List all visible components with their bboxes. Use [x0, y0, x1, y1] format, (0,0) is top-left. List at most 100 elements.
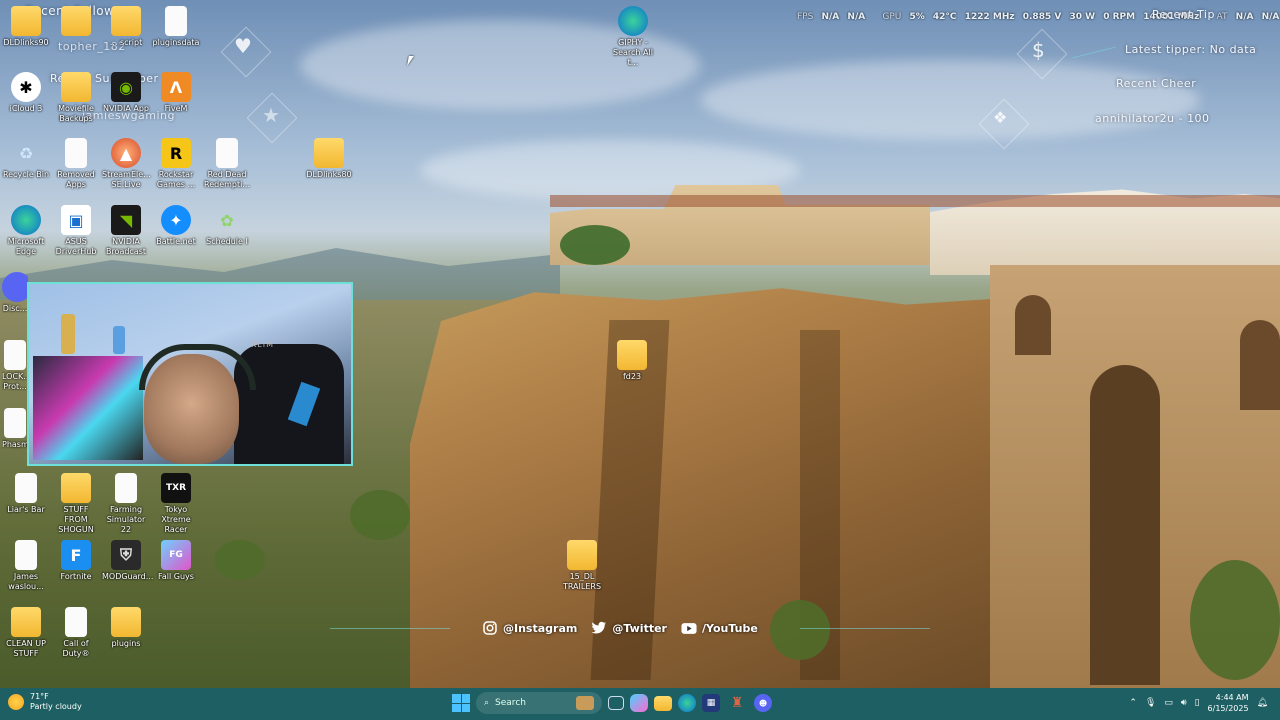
desktop-icon[interactable]: Disc... — [2, 272, 28, 314]
desktop-icon[interactable] — [52, 6, 100, 38]
desktop-icon[interactable]: Microsoft Edge — [2, 205, 50, 257]
desktop-icon[interactable]: STUFF FROM SHOGUN — [52, 473, 100, 535]
desktop-icon[interactable]: R Rockstar Games ... — [152, 138, 200, 190]
tokyo-xtreme-racer-icon: TXR — [161, 473, 191, 503]
discord-taskbar-icon[interactable]: ☻ — [754, 694, 772, 712]
desktop-icon[interactable]: FG Fall Guys — [152, 540, 200, 582]
battery-icon[interactable]: ▯ — [1195, 698, 1200, 708]
taskbar: 71°F Partly cloudy ⌕ Search ▦ ♜ ☻ ⌃ 🎙︎ ▭… — [0, 688, 1280, 720]
icon-label: CLEAN UP STUFF — [6, 639, 46, 658]
icon-label: StreamEle... SE.Live — [102, 170, 151, 189]
file-explorer-icon[interactable] — [654, 695, 672, 711]
recycle-bin-icon: ♻ — [18, 143, 34, 163]
icon-label: STUFF FROM SHOGUN — [58, 505, 94, 534]
search-label: Search — [495, 698, 526, 708]
desktop-icon[interactable]: Λ FiveM — [152, 72, 200, 114]
desktop-icon[interactable]: ... script — [102, 6, 150, 48]
icon-label: Call of Duty® — [62, 639, 90, 658]
icon-label: ASUS DriverHub — [55, 237, 97, 256]
file-icon — [65, 138, 87, 168]
youtube-icon — [681, 621, 697, 635]
desktop-icon[interactable]: pluginsdata — [152, 6, 200, 48]
rockstar-icon: R — [161, 138, 191, 168]
dollar-icon: $ — [1032, 38, 1045, 62]
instagram-link[interactable]: @Instagram — [482, 621, 577, 635]
network-icon[interactable]: ▭ — [1164, 698, 1173, 708]
latest-tipper: Latest tipper: No data — [1125, 43, 1257, 56]
desktop-icon[interactable]: F Fortnite — [52, 540, 100, 582]
desktop-icon[interactable]: DLDlinks90 — [2, 6, 50, 48]
desktop-icon[interactable]: 15_DL TRAILERS — [558, 540, 606, 592]
star-icon: ★ — [262, 103, 280, 127]
folder-icon — [61, 6, 91, 36]
socials-line-left — [330, 628, 450, 629]
icon-label: Fall Guys — [158, 572, 194, 581]
pinned-app-icon[interactable]: ♜ — [726, 692, 748, 714]
taskbar-apps: ⌕ Search ▦ ♜ ☻ — [452, 692, 772, 714]
icon-label: fd23 — [622, 372, 642, 381]
desktop-icon[interactable]: GIPHY - Search All t... — [609, 6, 657, 68]
desktop-icon[interactable]: fd23 — [608, 340, 656, 382]
desktop-icon[interactable]: plugins — [102, 607, 150, 649]
file-icon — [216, 138, 238, 168]
webcam-chair — [234, 344, 344, 464]
gpu-power: 30 W — [1069, 12, 1096, 22]
desktop-icon[interactable]: ◥ NVIDIA Broadcast — [102, 205, 150, 257]
icon-label: FiveM — [164, 104, 188, 113]
folder-icon — [111, 607, 141, 637]
gpu-voltage: 0.885 V — [1022, 12, 1062, 22]
desktop-icon[interactable]: Liar's Bar — [2, 473, 50, 515]
start-button[interactable] — [452, 694, 470, 712]
desktop-icon[interactable]: LOCK... Prot... — [2, 340, 28, 392]
recent-cheer-label: Recent Cheer — [1116, 77, 1197, 90]
notification-icon[interactable]: 🔔︎ — [1257, 698, 1268, 708]
desktop-icon[interactable]: TXR Tokyo Xtreme Racer — [152, 473, 200, 535]
fortnite-icon: F — [61, 540, 91, 570]
edge-icon — [618, 6, 648, 36]
desktop-icon[interactable]: ◉ NVIDIA App — [102, 72, 150, 114]
store-icon[interactable]: ▦ — [702, 694, 720, 712]
schedule-icon: ✿ — [220, 210, 234, 230]
folder-icon — [111, 6, 141, 36]
copilot-icon[interactable] — [630, 694, 648, 712]
icon-label: plugins — [111, 639, 141, 648]
desktop-icon[interactable]: Call of Duty® — [52, 607, 100, 659]
desktop-icon[interactable]: Red Dead Redempti... — [203, 138, 251, 190]
desktop-icon[interactable]: ♻ Recycle Bin — [2, 138, 50, 180]
youtube-link[interactable]: /YouTube — [681, 621, 758, 635]
icon-label: LOCK... Prot... — [2, 372, 28, 391]
icon-label: Schedule I — [206, 237, 248, 246]
twitter-link[interactable]: @Twitter — [591, 621, 667, 635]
icon-label: Battle.net — [156, 237, 196, 246]
desktop-icon[interactable]: Phasm... — [2, 408, 28, 450]
taskbar-search[interactable]: ⌕ Search — [476, 692, 602, 714]
desktop-icon[interactable]: James waslou... — [2, 540, 50, 592]
desktop-icon[interactable]: ▣ ASUS DriverHub — [52, 205, 100, 257]
desktop-icon[interactable]: DLDlinks80 — [305, 138, 353, 180]
folder-icon — [11, 6, 41, 36]
edge-icon — [11, 205, 41, 235]
weather-widget[interactable]: 71°F Partly cloudy — [8, 692, 82, 712]
fivem-icon: Λ — [161, 72, 191, 102]
microphone-icon[interactable]: 🎙︎ — [1145, 698, 1156, 708]
desktop-icon[interactable]: ✱ iCloud 3 — [2, 72, 50, 114]
desktop-icon[interactable]: Farming Simulator 22 — [102, 473, 150, 535]
icon-label: Moviefile Backups — [58, 104, 94, 123]
edge-taskbar-icon[interactable] — [678, 694, 696, 712]
chevron-up-icon[interactable]: ⌃ — [1129, 698, 1137, 708]
desktop-icon[interactable]: ✿ Schedule I — [203, 205, 251, 247]
desktop-icon[interactable]: ▲ StreamEle... SE.Live — [102, 138, 151, 190]
volume-icon[interactable]: 🔊︎ — [1181, 698, 1187, 708]
clock[interactable]: 4:44 AM 6/15/2025 — [1208, 692, 1249, 714]
icon-label: MODGuard... — [102, 572, 154, 581]
task-view-icon[interactable] — [608, 696, 624, 710]
desktop-icon[interactable]: CLEAN UP STUFF — [2, 607, 50, 659]
desktop-icon[interactable]: ✦ Battle.net — [152, 205, 200, 247]
desktop-icon[interactable]: Removed Apps — [52, 138, 100, 190]
desktop-icon[interactable]: ⛨ MODGuard... — [102, 540, 154, 582]
heart-icon: ♥ — [234, 34, 252, 58]
instagram-icon — [482, 621, 498, 635]
gpu-load: 5% — [909, 12, 925, 22]
desktop-icon[interactable]: Moviefile Backups — [52, 72, 100, 124]
gpu-label: GPU — [882, 12, 902, 22]
